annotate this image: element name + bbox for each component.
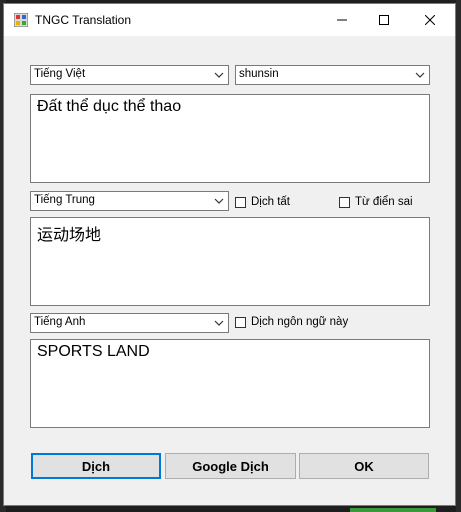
target1-text: 运动场地	[37, 227, 102, 244]
ok-button-label: OK	[354, 458, 374, 474]
translate-all-label: Dịch tất	[251, 196, 290, 208]
target2-text-area[interactable]: SPORTS LAND	[30, 339, 430, 428]
close-button[interactable]	[407, 4, 453, 36]
chevron-down-icon	[415, 72, 425, 78]
checkbox-box	[235, 196, 246, 208]
dictionary-value: shunsin	[239, 68, 279, 80]
checkbox-box	[235, 316, 246, 328]
wrong-dictionary-checkbox[interactable]: Từ điển sai	[339, 194, 413, 210]
maximize-icon	[379, 15, 389, 25]
app-icon	[14, 13, 28, 27]
source-language-select[interactable]: Tiếng Việt	[30, 65, 229, 85]
target2-language-select[interactable]: Tiếng Anh	[30, 313, 229, 333]
translate-this-language-checkbox[interactable]: Dịch ngôn ngữ này	[235, 314, 348, 330]
translate-this-language-label: Dịch ngôn ngữ này	[251, 316, 349, 328]
minimize-icon	[337, 19, 347, 21]
background-green-bar	[350, 508, 436, 512]
source-text-area[interactable]: Đất thể dục thể thao	[30, 94, 430, 183]
google-translate-button-label: Google Dịch	[192, 458, 269, 474]
chevron-down-icon	[214, 320, 224, 326]
wrong-dictionary-label: Từ điển sai	[355, 196, 413, 208]
minimize-button[interactable]	[319, 4, 365, 36]
target1-language-value: Tiếng Trung	[34, 194, 95, 206]
maximize-button[interactable]	[361, 4, 407, 36]
translation-window: TNGC Translation Tiếng Việt shunsin Đất …	[3, 3, 456, 506]
window-title: TNGC Translation	[35, 13, 132, 27]
source-text: Đất thể dục thể thao	[37, 98, 182, 115]
translate-button-label: Dịch	[81, 458, 111, 474]
source-language-value: Tiếng Việt	[34, 68, 86, 80]
target1-language-select[interactable]: Tiếng Trung	[30, 191, 229, 211]
target2-language-value: Tiếng Anh	[34, 316, 86, 328]
title-bar: TNGC Translation	[4, 4, 455, 36]
checkbox-box	[339, 196, 350, 208]
ok-button[interactable]: OK	[299, 453, 429, 479]
target1-text-area[interactable]: 运动场地	[30, 217, 430, 306]
translate-all-checkbox[interactable]: Dịch tất	[235, 194, 290, 210]
translate-button[interactable]: Dịch	[31, 453, 161, 479]
close-icon	[425, 15, 435, 25]
dictionary-select[interactable]: shunsin	[235, 65, 430, 85]
background-right	[456, 0, 461, 512]
chevron-down-icon	[214, 198, 224, 204]
target2-text: SPORTS LAND	[37, 343, 150, 360]
chevron-down-icon	[214, 72, 224, 78]
google-translate-button[interactable]: Google Dịch	[165, 453, 296, 479]
